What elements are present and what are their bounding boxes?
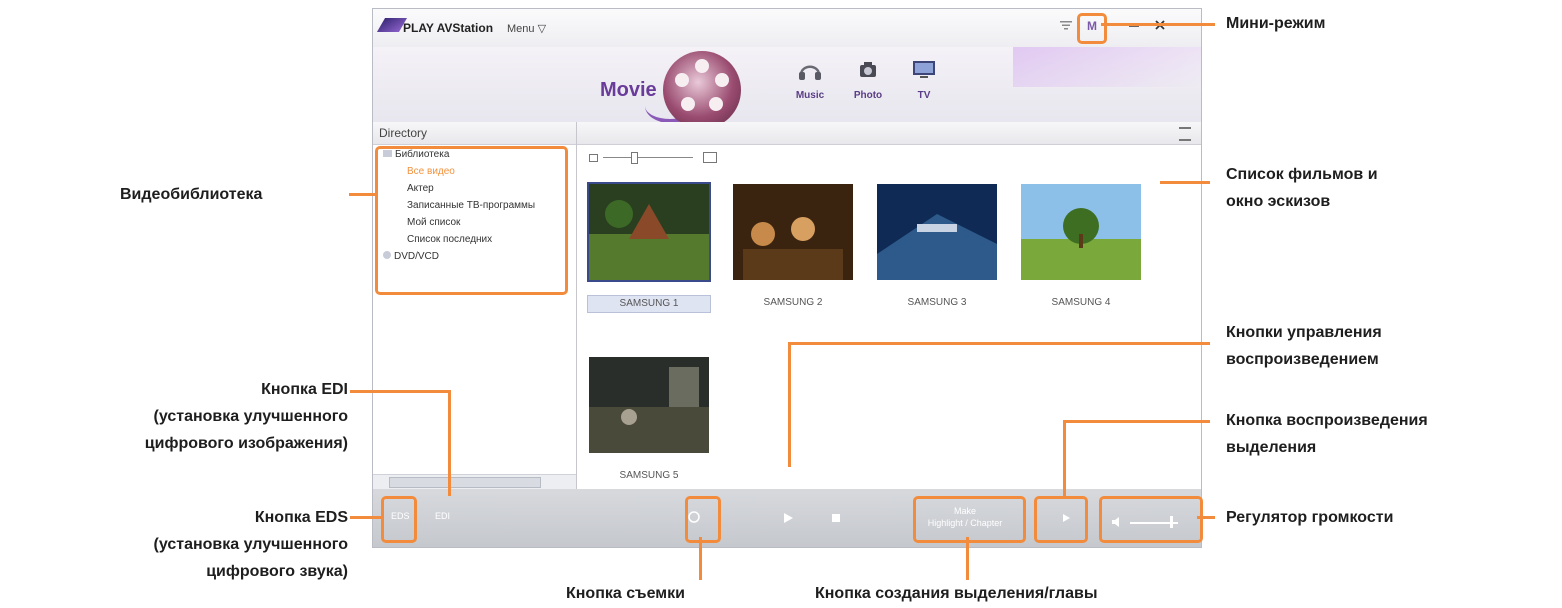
list-view-icon[interactable] (1179, 127, 1191, 141)
callout-line: цифрового изображения) (144, 435, 348, 452)
callout-line: (установка улучшенного (153, 536, 348, 553)
thumbnail-caption: SAMSUNG 3 (907, 297, 967, 308)
library-highlight-box (375, 146, 568, 295)
callout-line: окно эскизов (1226, 193, 1331, 210)
callout-video-library: Видеобиблиотека (120, 186, 263, 203)
leader-capture (699, 537, 702, 580)
callout-line: (установка улучшенного (153, 408, 348, 425)
thumbnail-image (1021, 184, 1141, 280)
thumbnail-caption: SAMSUNG 1 (587, 295, 711, 313)
callout-line: Кнопки управления (1226, 324, 1382, 341)
tv-icon (913, 61, 935, 78)
callout-volume: Регулятор громкости (1226, 509, 1394, 526)
filter-icon[interactable] (1057, 17, 1075, 35)
tab-photo[interactable]: Photo (845, 59, 891, 101)
leader-controls-v (788, 343, 791, 467)
mini-mode-highlight-box (1077, 13, 1107, 44)
callout-line: выделения (1226, 439, 1317, 456)
tab-tv[interactable]: TV (901, 59, 947, 101)
thumbnail-card[interactable]: SAMSUNG 3 (875, 182, 999, 311)
stop-icon (832, 514, 840, 522)
callout-capture: Кнопка съемки (566, 585, 685, 602)
leader-controls-h (788, 342, 1210, 345)
callout-highlight-play: Кнопка воспроизведения выделения (1226, 407, 1428, 461)
thumbnail-size-slider[interactable] (589, 151, 719, 164)
leader-volume (1197, 516, 1215, 519)
callout-movie-list: Список фильмов и окно эскизов (1226, 161, 1378, 215)
small-thumb-icon (589, 154, 598, 162)
tab-photo-label: Photo (853, 90, 883, 101)
callout-line: Кнопка EDS (254, 509, 348, 526)
thumbnail-image (589, 357, 709, 453)
header-decoration (1013, 47, 1201, 87)
edi-button[interactable]: EDI (435, 511, 450, 521)
thumbnail-card[interactable]: SAMSUNG 4 (1019, 182, 1143, 311)
leader-eds (350, 516, 382, 519)
thumbnail-image (733, 184, 853, 280)
thumbnail-caption: SAMSUNG 2 (763, 297, 823, 308)
menu-button[interactable]: Menu ▽ (507, 22, 546, 35)
callout-make-highlight: Кнопка создания выделения/главы (815, 585, 1098, 602)
camera-icon (860, 62, 876, 77)
thumbnail-image (587, 182, 711, 282)
directory-header: Directory (373, 122, 576, 145)
leader-edi-v (448, 390, 451, 496)
callout-playback-controls: Кнопки управления воспроизведением (1226, 319, 1382, 373)
callout-line: цифрового звука) (206, 563, 348, 580)
tab-music-label: Music (795, 90, 825, 101)
callout-line: Список фильмов и (1226, 166, 1378, 183)
leader-edi-h (350, 390, 450, 393)
movie-list-header (577, 122, 1201, 145)
callout-line: воспроизведением (1226, 351, 1379, 368)
callout-line: Кнопка EDI (261, 381, 348, 398)
callout-mini-mode: Мини-режим (1226, 15, 1326, 32)
thumbnail-caption: SAMSUNG 5 (619, 470, 679, 481)
callout-line: Кнопка воспроизведения (1226, 412, 1428, 429)
thumbnail-caption: SAMSUNG 4 (1051, 297, 1111, 308)
film-reel-icon (663, 51, 741, 129)
callout-edi: Кнопка EDI (установка улучшенного цифров… (0, 376, 348, 457)
slider-knob[interactable] (631, 152, 638, 164)
capture-highlight-box (685, 496, 721, 543)
leader-mini-mode (1101, 23, 1215, 26)
close-icon[interactable] (1151, 17, 1169, 35)
scrollbar-thumb[interactable] (389, 477, 541, 488)
play-icon (784, 513, 793, 523)
tab-music[interactable]: Music (787, 59, 833, 101)
media-header: Movie Music Photo TV (373, 47, 1201, 129)
eds-highlight-box (381, 496, 417, 543)
play-button[interactable] (781, 511, 795, 525)
thumbnail-card[interactable]: SAMSUNG 2 (731, 182, 855, 311)
thumbnail-card[interactable]: SAMSUNG 5 (587, 355, 711, 484)
leader-library (349, 193, 377, 196)
callout-eds: Кнопка EDS (установка улучшенного цифров… (0, 504, 348, 585)
large-thumb-icon (703, 152, 717, 163)
headphones-icon (799, 65, 821, 80)
tab-tv-label: TV (917, 90, 931, 101)
leader-make-highlight (966, 537, 969, 580)
leader-movie-list (1160, 181, 1210, 184)
movie-list-panel: SAMSUNG 1 SAMSUNG 2 SAMSUNG 3 SAMSUNG 4 (577, 122, 1201, 489)
horizontal-scrollbar[interactable] (373, 474, 576, 489)
leader-hlplay-h (1063, 420, 1210, 423)
minimize-icon[interactable] (1125, 17, 1143, 35)
stop-button[interactable] (829, 511, 843, 525)
volume-highlight-box (1099, 496, 1203, 543)
highlight-play-box (1034, 496, 1088, 543)
make-highlight-box (913, 496, 1026, 543)
thumbnail-image (877, 184, 997, 280)
leader-hlplay-v (1063, 421, 1066, 499)
app-title: PLAY AVStation (403, 21, 494, 35)
thumbnail-card[interactable]: SAMSUNG 1 (587, 182, 711, 313)
